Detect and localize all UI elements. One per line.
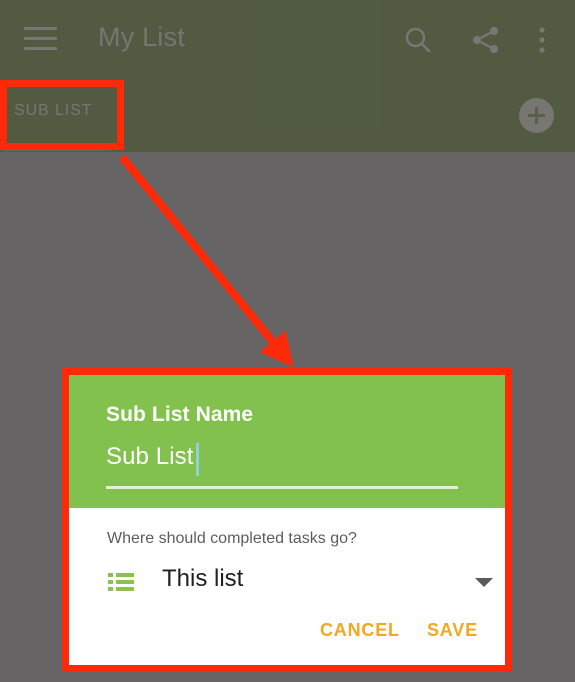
sub-list-name-input[interactable]: Sub List — [106, 443, 461, 493]
app-bar: My List SUB LIST — [0, 0, 575, 152]
completed-tasks-label: Where should completed tasks go? — [107, 530, 357, 547]
dialog-body: Where should completed tasks go? This li… — [69, 508, 505, 665]
destination-dropdown[interactable]: This list — [69, 563, 505, 605]
sub-list-dialog-highlight: Sub List Name Sub List Where should comp… — [62, 368, 512, 672]
page-title: My List — [98, 22, 185, 52]
sub-list-name-value: Sub List — [106, 443, 194, 470]
input-underline — [106, 486, 458, 489]
app-screen: My List SUB LIST Sub List Name Sub List … — [0, 0, 575, 682]
tab-sub-list[interactable]: SUB LIST — [14, 102, 92, 120]
save-button[interactable]: SAVE — [427, 620, 478, 641]
dialog-title: Sub List Name — [106, 403, 254, 426]
cancel-button[interactable]: CANCEL — [320, 620, 400, 641]
sub-list-dialog: Sub List Name Sub List Where should comp… — [69, 375, 505, 665]
hamburger-menu-icon[interactable] — [24, 27, 57, 52]
share-icon[interactable] — [470, 24, 502, 56]
dialog-header: Sub List Name Sub List — [69, 375, 505, 508]
dialog-actions: CANCEL SAVE — [69, 620, 505, 660]
tab-selected-indicator — [3, 148, 111, 151]
overflow-menu-icon[interactable] — [532, 24, 552, 56]
tab-bar: SUB LIST — [0, 80, 575, 152]
destination-value: This list — [162, 565, 244, 592]
text-cursor — [196, 443, 199, 476]
add-sub-list-fab[interactable] — [519, 98, 554, 133]
chevron-down-icon[interactable] — [475, 578, 493, 587]
list-bullet-icon — [108, 572, 134, 592]
search-icon[interactable] — [402, 24, 434, 56]
app-bar-top-row: My List — [0, 0, 575, 80]
